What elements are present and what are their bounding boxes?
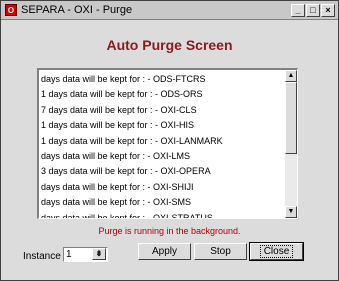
instance-lov-button[interactable]: ⇟ — [92, 248, 106, 260]
list-scrollbar[interactable]: ▲ ▼ — [285, 70, 297, 218]
scroll-down-arrow-icon[interactable]: ▼ — [285, 206, 297, 218]
list-item[interactable]: 1 days data will be kept for : - OXI-HIS — [41, 118, 283, 133]
title-bar[interactable]: O SEPARA - OXI - Purge _ □ × — [1, 1, 338, 20]
apply-button[interactable]: Apply — [138, 243, 191, 260]
close-window-button[interactable]: × — [321, 3, 335, 17]
maximize-button[interactable]: □ — [306, 3, 320, 17]
page-title: Auto Purge Screen — [106, 37, 233, 53]
instance-label: Instance — [23, 251, 61, 262]
list-item[interactable]: days data will be kept for : - OXI-SHIJI — [41, 180, 283, 195]
close-button-label: Close — [259, 245, 294, 258]
scroll-up-arrow-icon[interactable]: ▲ — [285, 70, 297, 82]
purge-window: O SEPARA - OXI - Purge _ □ × Auto Purge … — [0, 0, 339, 281]
list-item[interactable]: 7 days data will be kept for : - OXI-CLS — [41, 103, 283, 118]
list-item[interactable]: days data will be kept for : - OXI-SMS — [41, 195, 283, 210]
list-item[interactable]: 1 days data will be kept for : - OXI-LAN… — [41, 134, 283, 149]
minimize-button[interactable]: _ — [291, 3, 305, 17]
window-title: SEPARA - OXI - Purge — [21, 4, 133, 16]
list-item[interactable]: days data will be kept for : - OXI-STRAT… — [41, 211, 283, 218]
purge-list[interactable]: days data will be kept for : - ODS-FTCRS… — [37, 68, 298, 219]
list-item[interactable]: 3 days data will be kept for : - OXI-OPE… — [41, 164, 283, 179]
status-text: Purge is running in the background. — [98, 226, 241, 236]
window-controls: _ □ × — [291, 3, 335, 17]
stop-button[interactable]: Stop — [194, 243, 247, 260]
purge-list-items: days data will be kept for : - ODS-FTCRS… — [41, 72, 283, 218]
list-item[interactable]: days data will be kept for : - ODS-FTCRS — [41, 72, 283, 87]
close-button[interactable]: Close — [249, 242, 304, 261]
list-item[interactable]: 1 days data will be kept for : - ODS-ORS — [41, 87, 283, 102]
app-icon: O — [5, 4, 17, 16]
scroll-thumb[interactable] — [285, 82, 297, 154]
list-item[interactable]: days data will be kept for : - OXI-LMS — [41, 149, 283, 164]
